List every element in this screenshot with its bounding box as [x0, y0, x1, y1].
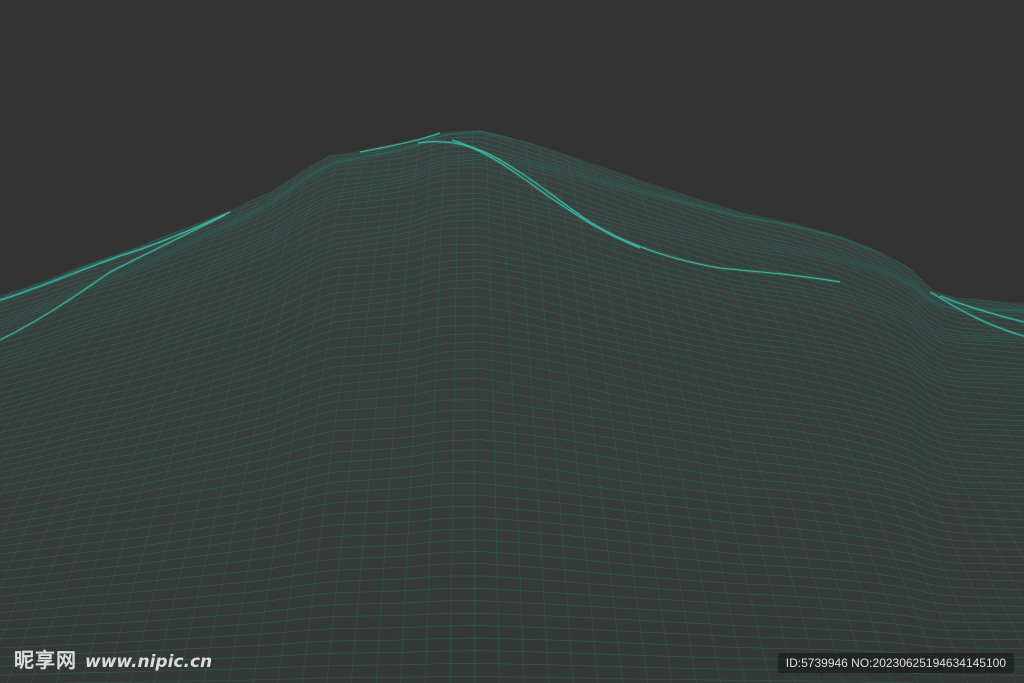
wireframe-terrain [0, 0, 1024, 683]
watermark-id: ID:5739946 NO:20230625194634145100 [777, 653, 1014, 673]
watermark-url: www.nipic.cn [85, 652, 213, 672]
watermark-brand: 昵享网 [14, 648, 77, 672]
watermark-logo: 昵享网 www.nipic.cn [14, 644, 212, 673]
